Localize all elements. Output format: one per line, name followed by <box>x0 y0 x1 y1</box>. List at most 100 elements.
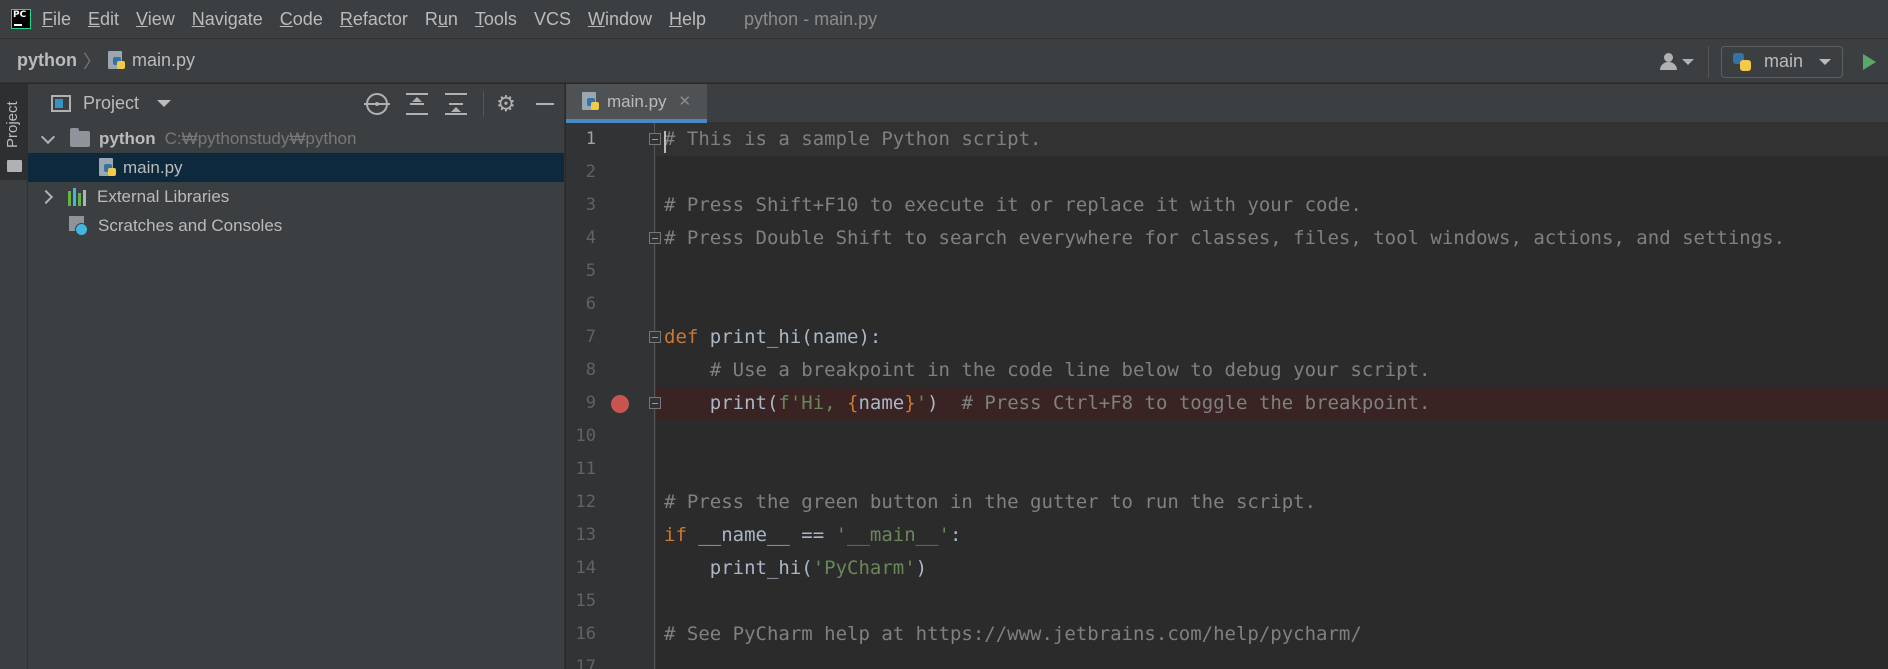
tree-item-label: python <box>99 128 156 148</box>
menu-text: avigate <box>204 9 263 29</box>
menu-text: ile <box>53 9 72 29</box>
tree-item-scratches[interactable]: Scratches and Consoles <box>28 211 564 240</box>
code-line-14[interactable]: print_hi('PyCharm') <box>656 552 1888 585</box>
code-text: if __name__ == '__main__': <box>664 524 961 546</box>
collapse-all-icon[interactable] <box>445 93 467 115</box>
chevron-down-icon <box>1682 58 1694 65</box>
tree-item-project-root[interactable]: python C:₩pythonstudy₩python <box>28 124 564 153</box>
line-number: 14 <box>575 558 596 578</box>
expand-all-icon[interactable] <box>406 93 428 115</box>
line-number: 12 <box>575 492 596 512</box>
line-number: 5 <box>585 261 596 281</box>
hide-panel-icon[interactable] <box>534 93 556 115</box>
code-line-13[interactable]: if __name__ == '__main__': <box>656 519 1888 552</box>
code-line-15[interactable] <box>656 585 1888 618</box>
code-identifier: name <box>858 392 905 414</box>
breakpoint-icon[interactable] <box>611 395 629 413</box>
toolbar-divider <box>1708 45 1709 78</box>
code-line-11[interactable] <box>656 453 1888 486</box>
header-divider <box>483 91 484 117</box>
chevron-down-icon <box>1819 58 1832 65</box>
menu-file[interactable]: File <box>42 0 71 38</box>
menu-run[interactable]: Run <box>425 0 458 38</box>
run-configuration-select[interactable]: main <box>1721 45 1843 78</box>
menu-mnemonic: W <box>587 9 605 29</box>
code-string: f'Hi, <box>778 392 848 414</box>
project-panel-header: Project ⚙ <box>28 84 564 122</box>
fold-marker-icon[interactable] <box>649 133 661 145</box>
tree-item-external-libraries[interactable]: External Libraries <box>28 182 564 211</box>
line-number: 7 <box>585 327 596 347</box>
code-line-10[interactable] <box>656 420 1888 453</box>
code-brace: { <box>847 392 859 414</box>
locate-file-icon[interactable] <box>364 93 390 115</box>
pycharm-logo-icon[interactable]: PC <box>11 9 31 29</box>
code-identifier: ) <box>915 557 928 579</box>
code-line-16[interactable]: # See PyCharm help at https://www.jetbra… <box>656 618 1888 651</box>
code-line-6[interactable] <box>656 288 1888 321</box>
menu-edit[interactable]: Edit <box>88 0 119 38</box>
menu-text: ode <box>292 9 323 29</box>
tree-item-label: main.py <box>123 157 183 177</box>
fold-marker-icon[interactable] <box>649 397 661 409</box>
menu-view[interactable]: View <box>136 0 175 38</box>
vcs-user-button[interactable] <box>1659 52 1694 71</box>
menu-tools[interactable]: Tools <box>475 0 517 38</box>
code-line-3[interactable]: # Press Shift+F10 to execute it or repla… <box>656 189 1888 222</box>
code-identifier: : <box>950 524 962 546</box>
tab-main-py[interactable]: main.py ✕ <box>566 84 707 123</box>
close-icon[interactable]: ✕ <box>679 92 692 110</box>
menu-window[interactable]: Window <box>588 0 652 38</box>
project-tool-window-button[interactable]: Project <box>0 84 28 180</box>
user-icon <box>1659 52 1679 71</box>
code-comment: # Press Ctrl+F8 to toggle the breakpoint… <box>961 392 1431 414</box>
menu-text: ools <box>483 9 517 29</box>
breadcrumb-project[interactable]: python <box>17 50 77 71</box>
logo-text: PC <box>13 10 27 20</box>
python-file-icon <box>108 50 126 71</box>
code-line-5[interactable] <box>656 255 1888 288</box>
menu-mnemonic: F <box>42 9 53 29</box>
code-line-12[interactable]: # Press the green button in the gutter t… <box>656 486 1888 519</box>
menu-text: iew <box>147 9 175 29</box>
code-line-4[interactable]: # Press Double Shift to search everywher… <box>656 222 1888 255</box>
tab-label: main.py <box>607 91 667 111</box>
code-line-7[interactable]: def print_hi(name): <box>656 321 1888 354</box>
code-line-1[interactable]: # This is a sample Python script. <box>656 123 1888 156</box>
menu-refactor[interactable]: Refactor <box>340 0 408 38</box>
menu-bar: PC File Edit View Navigate Code Refactor… <box>0 0 1888 38</box>
code-text: print_hi('PyCharm') <box>664 557 927 579</box>
fold-marker-icon[interactable] <box>649 232 661 244</box>
project-view-selector[interactable]: Project <box>83 93 139 114</box>
code-comment: # Press Shift+F10 to execute it or repla… <box>664 194 1362 216</box>
code-text: def print_hi(name): <box>664 326 881 348</box>
tree-item-path: C:₩pythonstudy₩python <box>164 128 357 148</box>
code-line-2[interactable] <box>656 156 1888 189</box>
menu-text: efactor <box>352 9 408 29</box>
line-number: 8 <box>585 360 596 380</box>
fold-marker-icon[interactable] <box>649 331 661 343</box>
folder-icon <box>7 160 22 172</box>
code-line-8[interactable]: # Use a breakpoint in the code line belo… <box>656 354 1888 387</box>
code-identifier: print_hi(name): <box>698 326 882 348</box>
menu-vcs[interactable]: VCS <box>534 0 571 38</box>
chevron-down-icon[interactable] <box>40 129 56 144</box>
run-play-icon[interactable] <box>1863 53 1876 70</box>
menu-help[interactable]: Help <box>669 0 706 38</box>
menu-code[interactable]: Code <box>280 0 323 38</box>
line-number: 9 <box>585 393 596 413</box>
tree-item-main-py[interactable]: main.py <box>28 153 564 182</box>
chevron-right-icon[interactable] <box>38 189 54 204</box>
tree-item-label: Scratches and Consoles <box>98 215 283 235</box>
menu-navigate[interactable]: Navigate <box>192 0 263 38</box>
gear-icon[interactable]: ⚙ <box>495 93 517 115</box>
project-panel: Project ⚙ python C:₩pythonstudy₩python m… <box>28 84 565 669</box>
menu-mnemonic: H <box>669 9 682 29</box>
line-number: 2 <box>585 162 596 182</box>
line-number: 3 <box>585 195 596 215</box>
code-comment: # This is a sample Python script. <box>664 128 1042 150</box>
menu-mnemonic: N <box>191 9 205 29</box>
chevron-down-icon[interactable] <box>157 99 172 107</box>
code-line-9[interactable]: print(f'Hi, {name}') # Press Ctrl+F8 to … <box>656 387 1888 420</box>
breadcrumb-file[interactable]: main.py <box>132 50 195 71</box>
